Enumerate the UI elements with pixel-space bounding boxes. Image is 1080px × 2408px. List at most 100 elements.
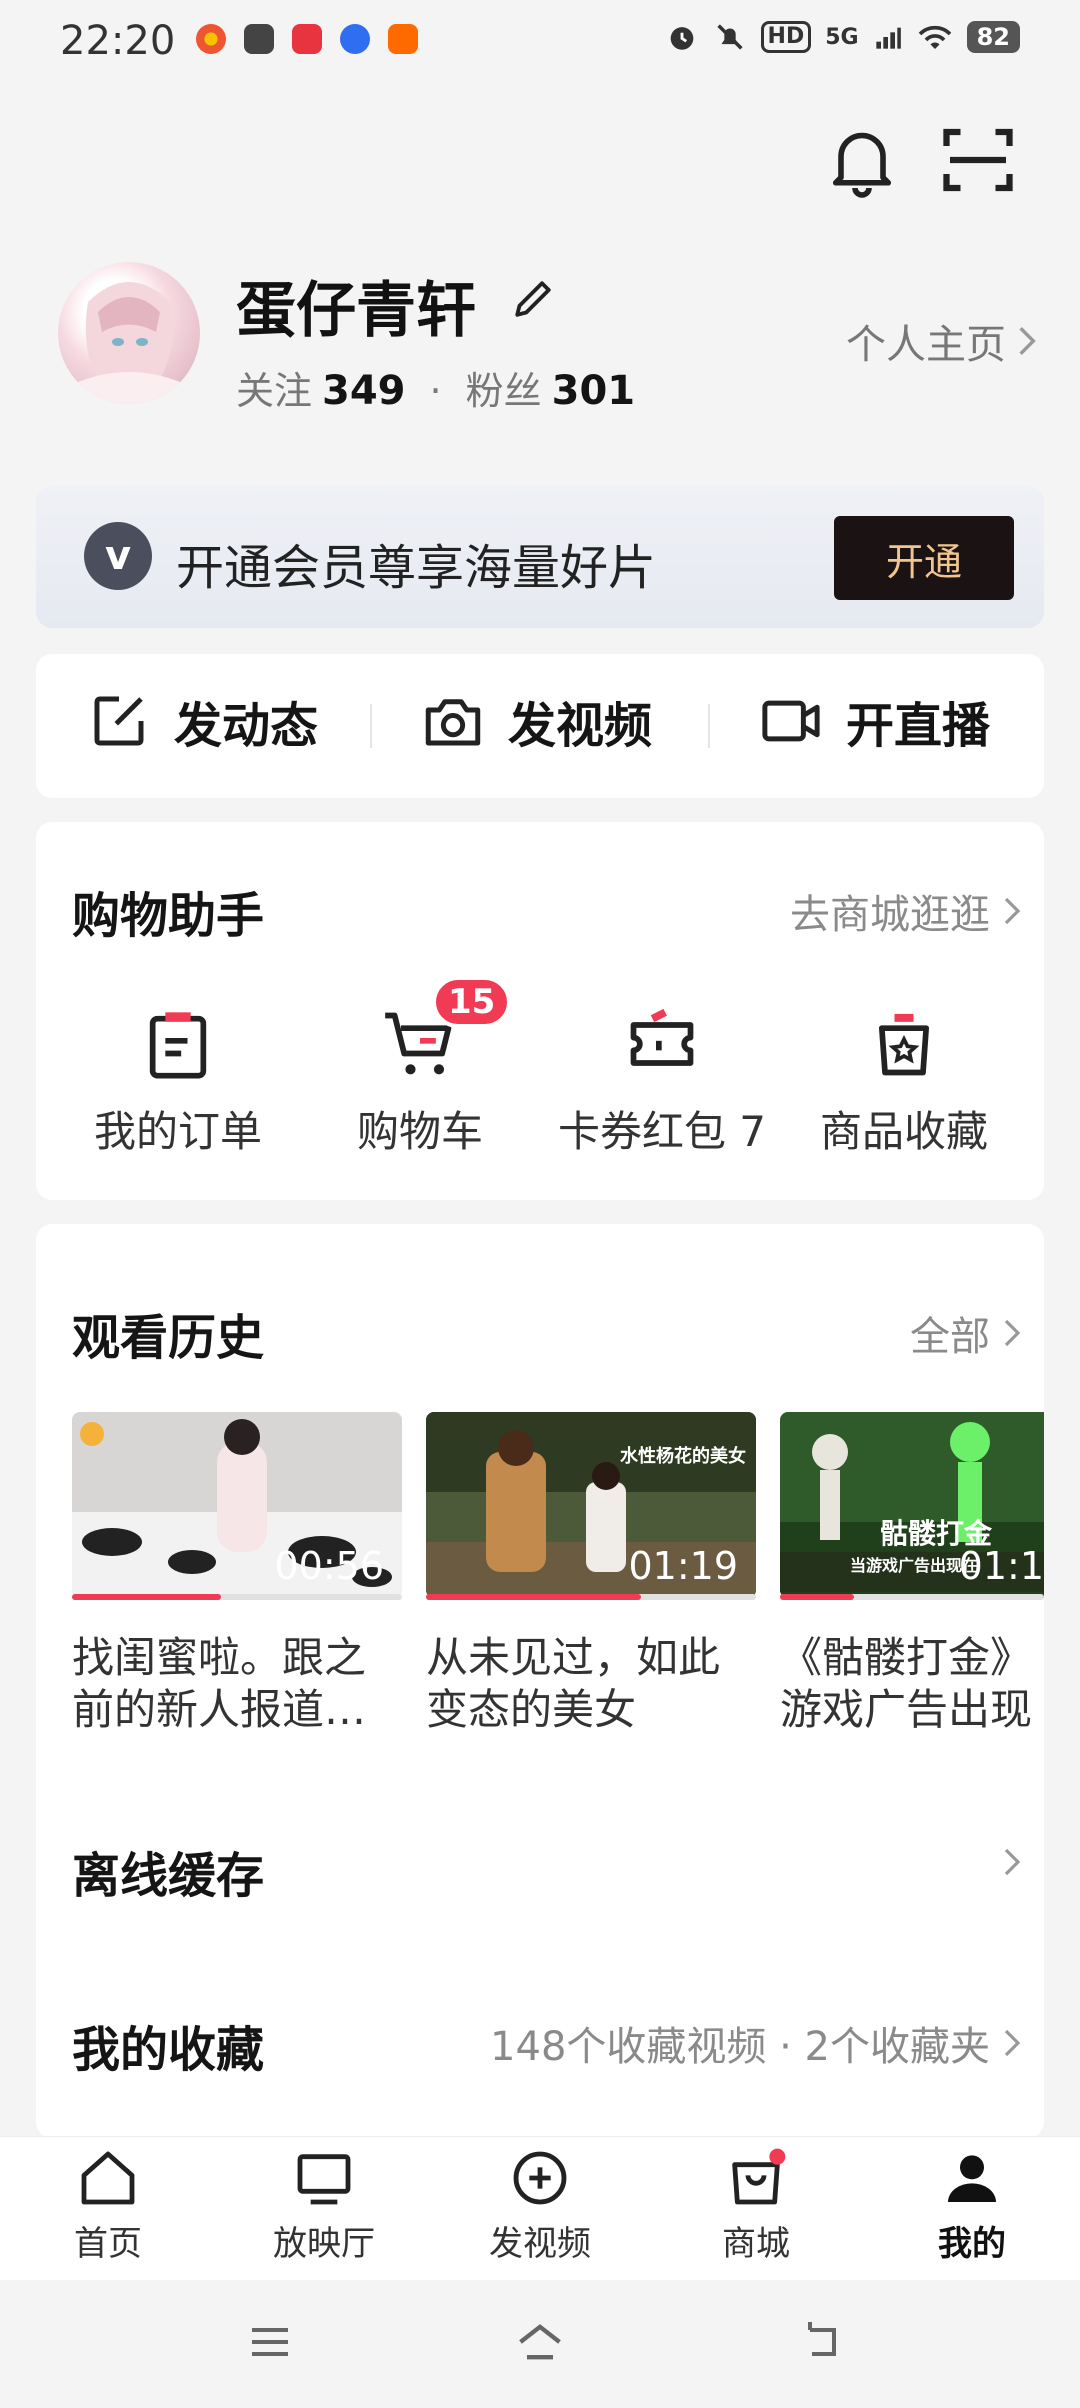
scan-icon[interactable] bbox=[936, 118, 1020, 202]
tab-home[interactable]: 首页 bbox=[28, 2146, 188, 2265]
pencil-icon[interactable] bbox=[506, 272, 560, 326]
camera-icon bbox=[425, 699, 481, 746]
video-title[interactable]: 《骷髅打金》游戏广告出现 bbox=[780, 1632, 1044, 1736]
plus-circle-icon bbox=[513, 2151, 567, 2205]
app-notification-icon bbox=[196, 24, 226, 54]
divider bbox=[370, 704, 372, 748]
fans-count[interactable]: 301 bbox=[552, 368, 636, 414]
product-favorites-label: 商品收藏 bbox=[819, 1107, 988, 1156]
video-duration: 00:56 bbox=[274, 1544, 384, 1588]
mute-bell-icon bbox=[716, 24, 743, 50]
chevron-right-icon bbox=[1004, 1319, 1021, 1347]
chevron-right-icon bbox=[1019, 327, 1036, 355]
shopping-bag-icon bbox=[732, 2148, 786, 2205]
homepage-link[interactable]: 个人主页 bbox=[846, 312, 1040, 370]
menu-icon[interactable] bbox=[244, 2318, 296, 2366]
post-update-label: 发动态 bbox=[174, 698, 319, 754]
tab-mall-label: 商城 bbox=[722, 2224, 790, 2264]
my-orders-button[interactable]: 我的订单 bbox=[58, 1006, 298, 1159]
status-time: 22:20 bbox=[60, 18, 176, 64]
cart-count-badge: 15 bbox=[432, 976, 512, 1028]
signal-icon bbox=[875, 27, 901, 49]
coupons-label: 卡券红包 7 bbox=[557, 1107, 767, 1156]
home-nav-icon[interactable] bbox=[512, 2316, 568, 2368]
homepage-link-label: 个人主页 bbox=[846, 322, 1006, 368]
hd-badge: HD bbox=[760, 21, 812, 53]
divider bbox=[708, 704, 710, 748]
battery-indicator: 82 bbox=[966, 21, 1020, 53]
separator-dot: · bbox=[429, 369, 442, 413]
tab-mall[interactable]: 商城 bbox=[676, 2146, 836, 2265]
post-update-button[interactable]: 发动态 bbox=[86, 686, 318, 756]
thumbnail-caption: 水性杨花的美女 bbox=[620, 1446, 746, 1467]
chevron-right-icon bbox=[1004, 2029, 1021, 2057]
fans-label[interactable]: 粉丝 bbox=[466, 360, 542, 415]
go-live-label: 开直播 bbox=[846, 698, 991, 754]
vip-logo-icon: v bbox=[84, 522, 152, 590]
back-icon[interactable] bbox=[798, 2318, 850, 2366]
tab-home-label: 首页 bbox=[74, 2224, 142, 2264]
bag-star-icon bbox=[878, 1013, 930, 1076]
watch-progress-bar bbox=[780, 1594, 1044, 1600]
video-duration: 01:19 bbox=[628, 1544, 738, 1588]
history-all-link[interactable]: 全部 bbox=[910, 1304, 1024, 1362]
tab-cinema[interactable]: 放映厅 bbox=[244, 2146, 404, 2265]
tab-cinema-label: 放映厅 bbox=[273, 2224, 375, 2264]
video-duration: 01:1 bbox=[958, 1544, 1044, 1588]
video-thumbnail[interactable]: 00:56 bbox=[72, 1412, 402, 1598]
edit-square-icon bbox=[94, 696, 144, 746]
watch-progress-bar bbox=[426, 1594, 756, 1600]
video-camera-icon bbox=[762, 700, 820, 742]
bell-icon[interactable] bbox=[820, 118, 904, 202]
go-mall-link[interactable]: 去商城逛逛 bbox=[790, 882, 1024, 940]
video-thumbnail[interactable]: 水性杨花的美女 01:19 bbox=[426, 1412, 756, 1598]
status-indicators: HD 5G 82 bbox=[665, 20, 1020, 54]
go-mall-label: 去商城逛逛 bbox=[790, 892, 990, 938]
follow-stats: 关注 349 · 粉丝 301 bbox=[236, 360, 635, 415]
favorites-link[interactable]: 148个收藏视频 · 2个收藏夹 bbox=[490, 2014, 1024, 2072]
app-notification-icon bbox=[340, 24, 370, 54]
favorites-summary: 148个收藏视频 · 2个收藏夹 bbox=[490, 2024, 990, 2070]
tab-post-video[interactable]: 发视频 bbox=[460, 2146, 620, 2265]
coupons-button[interactable]: 卡券红包 7 bbox=[542, 1006, 782, 1159]
follow-label[interactable]: 关注 bbox=[236, 360, 312, 415]
post-video-button[interactable]: 发视频 bbox=[420, 686, 652, 756]
watch-progress-fill bbox=[780, 1594, 854, 1600]
ticket-icon bbox=[630, 1008, 694, 1066]
product-favorites-button[interactable]: 商品收藏 bbox=[784, 1006, 1024, 1159]
status-app-icons bbox=[196, 24, 418, 54]
person-icon bbox=[948, 2155, 996, 2202]
tv-icon bbox=[297, 2154, 351, 2205]
cart-label: 购物车 bbox=[356, 1107, 483, 1156]
alarm-icon bbox=[670, 27, 693, 50]
wifi-icon bbox=[918, 25, 951, 49]
chevron-right-icon[interactable] bbox=[1000, 1846, 1024, 1878]
offline-cache-title[interactable]: 离线缓存 bbox=[72, 1836, 264, 1906]
follow-count[interactable]: 349 bbox=[322, 368, 406, 414]
home-icon bbox=[81, 2151, 135, 2205]
vip-open-button[interactable]: 开通 bbox=[834, 516, 1014, 600]
chevron-right-icon bbox=[1004, 897, 1021, 925]
video-title[interactable]: 从未见过，如此变态的美女 bbox=[426, 1632, 756, 1736]
my-orders-label: 我的订单 bbox=[93, 1107, 262, 1156]
app-notification-icon bbox=[292, 24, 322, 54]
go-live-button[interactable]: 开直播 bbox=[758, 686, 990, 756]
network-label: 5G bbox=[825, 24, 859, 50]
username: 蛋仔青轩 bbox=[236, 276, 476, 346]
history-all-label: 全部 bbox=[910, 1314, 990, 1360]
watch-progress-fill bbox=[72, 1594, 221, 1600]
tab-me[interactable]: 我的 bbox=[892, 2146, 1052, 2265]
app-notification-icon bbox=[388, 24, 418, 54]
post-video-label: 发视频 bbox=[508, 698, 653, 754]
tab-me-label: 我的 bbox=[938, 2224, 1006, 2264]
video-thumbnail[interactable]: 骷髅打金 当游戏广告出现在 01:1 bbox=[780, 1412, 1044, 1598]
watch-progress-fill bbox=[426, 1594, 641, 1600]
avatar[interactable] bbox=[58, 262, 200, 404]
video-title[interactable]: 找闺蜜啦。跟之前的新人报道… bbox=[72, 1632, 402, 1736]
favorites-title[interactable]: 我的收藏 bbox=[72, 2010, 264, 2080]
cart-button[interactable]: 购物车 bbox=[300, 1006, 540, 1159]
vip-text: 开通会员尊享海量好片 bbox=[176, 540, 657, 596]
history-title: 观看历史 bbox=[72, 1310, 265, 1366]
clipboard-icon bbox=[149, 1012, 207, 1079]
watch-progress-bar bbox=[72, 1594, 402, 1600]
